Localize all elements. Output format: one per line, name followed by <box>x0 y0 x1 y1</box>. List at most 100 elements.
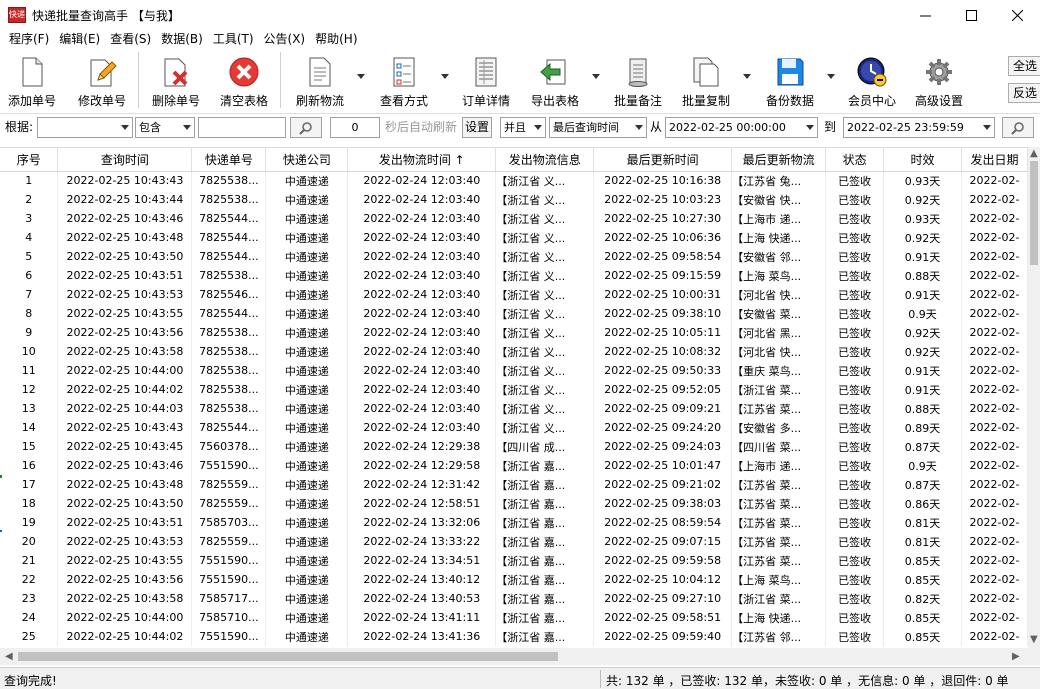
clear-table-button[interactable]: 清空表格 <box>216 52 272 110</box>
table-cell: 中通速递 <box>265 209 349 228</box>
scroll-left-icon[interactable]: ◀ <box>5 652 13 662</box>
horizontal-scroll-thumb[interactable] <box>18 652 558 661</box>
column-header[interactable]: 序号 <box>0 148 59 172</box>
search-button[interactable] <box>290 117 322 138</box>
table-cell: 2022-02-25 09:15:59 <box>593 266 733 285</box>
column-header[interactable]: 查询时间 <box>57 148 193 172</box>
view-mode-button[interactable]: 查看方式 <box>374 52 434 110</box>
table-cell: 2022-02-24 12:03:40 <box>347 361 497 380</box>
scroll-right-icon[interactable]: ▶ <box>1012 652 1020 662</box>
column-header[interactable]: 时效 <box>883 148 962 172</box>
batch-note-button[interactable]: 批量备注 <box>610 52 666 110</box>
table-row[interactable]: 21 2022-02-25 10:43:55 7551590... 中通速递 2022-… <box>0 551 1028 570</box>
table-row[interactable]: 12 2022-02-25 10:44:02 7825538... 中通速递 2022-… <box>0 380 1028 399</box>
close-button[interactable] <box>994 0 1040 30</box>
refresh-dropdown-arrow[interactable] <box>357 74 365 80</box>
table-row[interactable]: 4 2022-02-25 10:43:48 7825544... 中通速递 2022-0… <box>0 228 1028 247</box>
select-all-button[interactable]: 全选 <box>1008 56 1040 76</box>
table-row[interactable]: 23 2022-02-25 10:43:58 7585717... 中通速递 2022-… <box>0 589 1028 608</box>
minimize-button[interactable] <box>902 0 948 30</box>
filter-operator-select[interactable]: 包含 <box>135 117 195 138</box>
batch-copy-button[interactable]: 批量复制 <box>678 52 734 110</box>
table-row[interactable]: 2 2022-02-25 10:43:44 7825538... 中通速递 2022-0… <box>0 190 1028 209</box>
menu-edit[interactable]: 编辑(E) <box>54 30 105 48</box>
menu-data[interactable]: 数据(B) <box>156 30 208 48</box>
export-table-button[interactable]: 导出表格 <box>526 52 584 110</box>
filter-field-select[interactable] <box>37 117 133 138</box>
column-header[interactable]: 发出物流时间 ↑ <box>347 148 497 172</box>
table-row[interactable]: 13 2022-02-25 10:44:03 7825538... 中通速递 2022-… <box>0 399 1028 418</box>
scroll-up-icon[interactable]: ▲ <box>1030 149 1038 159</box>
refresh-interval-input[interactable]: 0 <box>330 117 380 138</box>
add-number-button[interactable]: 添加单号 <box>4 52 60 110</box>
menu-program[interactable]: 程序(F) <box>4 30 54 48</box>
filter-keyword-input[interactable] <box>198 117 286 138</box>
logic-select[interactable]: 并且 <box>500 117 546 138</box>
delete-number-button[interactable]: 删除单号 <box>148 52 204 110</box>
menu-tools[interactable]: 工具(T) <box>208 30 259 48</box>
horizontal-scrollbar[interactable]: ◀ ▶ <box>0 648 1040 665</box>
table-row[interactable]: 6 2022-02-25 10:43:51 7825538... 中通速递 2022-0… <box>0 266 1028 285</box>
table-row[interactable]: 5 2022-02-25 10:43:50 7825544... 中通速递 2022-0… <box>0 247 1028 266</box>
table-cell: 2022-02-25 09:50:33 <box>593 361 733 380</box>
settings-button[interactable]: 设置 <box>462 117 492 138</box>
table-row[interactable]: 18 2022-02-25 10:43:50 7825559... 中通速递 2022-… <box>0 494 1028 513</box>
time-field-select[interactable]: 最后查询时间 <box>549 117 647 138</box>
column-header[interactable]: 快递单号 <box>191 148 267 172</box>
table-cell: 2022-02- <box>961 323 1028 342</box>
menu-help[interactable]: 帮助(H) <box>310 30 362 48</box>
table-row[interactable]: 22 2022-02-25 10:43:56 7551590... 中通速递 2022-… <box>0 570 1028 589</box>
table-cell: 【浙江省 义... <box>495 361 595 380</box>
from-datetime-picker[interactable]: 2022-02-25 00:00:00 <box>665 117 818 138</box>
logistics-table[interactable]: 序号 查询时间 快递单号 快递公司 发出物流时间 ↑ 发出物流信息 最后更新时间 最后更新物流… <box>0 147 1028 648</box>
table-row[interactable]: 25 2022-02-25 10:44:02 7551590... 中通速递 2022-… <box>0 627 1028 646</box>
table-row[interactable]: 1 2022-02-25 10:43:43 7825538... 中通速递 2022-0… <box>0 171 1028 190</box>
table-row[interactable]: 9 2022-02-25 10:43:56 7825538... 中通速递 2022-0… <box>0 323 1028 342</box>
table-row[interactable]: 10 2022-02-25 10:43:58 7825538... 中通速递 2022-… <box>0 342 1028 361</box>
table-cell: 已签收 <box>825 247 885 266</box>
backup-data-button[interactable]: 备份数据 <box>762 52 818 110</box>
column-header[interactable]: 发出日期 <box>961 148 1028 172</box>
table-row[interactable]: 14 2022-02-25 10:43:43 7825544... 中通速递 2022-… <box>0 418 1028 437</box>
edit-number-button[interactable]: 修改单号 <box>74 52 130 110</box>
table-cell: 中通速递 <box>265 437 349 456</box>
table-row[interactable]: 19 2022-02-25 10:43:51 7585703... 中通速递 2022-… <box>0 513 1028 532</box>
export-dropdown-arrow[interactable] <box>592 74 600 80</box>
menu-view[interactable]: 查看(S) <box>105 30 156 48</box>
table-row[interactable]: 24 2022-02-25 10:44:00 7585710... 中通速递 2022-… <box>0 608 1028 627</box>
scroll-down-icon[interactable]: ▼ <box>1030 635 1038 645</box>
vertical-scrollbar[interactable]: ▲ ▼ <box>1028 147 1040 648</box>
table-cell: 已签收 <box>825 627 885 646</box>
table-row[interactable]: 8 2022-02-25 10:43:55 7825544... 中通速递 2022-0… <box>0 304 1028 323</box>
vertical-scroll-thumb[interactable] <box>1030 161 1038 265</box>
table-row[interactable]: 17 2022-02-25 10:43:48 7825559... 中通速递 2022-… <box>0 475 1028 494</box>
column-header[interactable]: 最后更新物流 <box>731 148 827 172</box>
table-row[interactable]: 11 2022-02-25 10:44:00 7825538... 中通速递 2022-… <box>0 361 1028 380</box>
view-mode-dropdown-arrow[interactable] <box>441 74 449 80</box>
invert-selection-button[interactable]: 反选 <box>1008 83 1040 103</box>
table-cell: 2022-02-24 12:03:40 <box>347 304 497 323</box>
table-row[interactable]: 16 2022-02-25 10:43:46 7551590... 中通速递 2022-… <box>0 456 1028 475</box>
column-header[interactable]: 最后更新时间 <box>593 148 733 172</box>
maximize-button[interactable] <box>948 0 994 30</box>
to-datetime-picker[interactable]: 2022-02-25 23:59:59 <box>843 117 995 138</box>
table-row[interactable]: 7 2022-02-25 10:43:53 7825546... 中通速递 2022-0… <box>0 285 1028 304</box>
column-header[interactable]: 快递公司 <box>265 148 349 172</box>
refresh-logistics-button[interactable]: 刷新物流 <box>292 52 348 110</box>
member-center-button[interactable]: 会员中心 <box>844 52 900 110</box>
table-row[interactable]: 3 2022-02-25 10:43:46 7825544... 中通速递 2022-0… <box>0 209 1028 228</box>
table-cell: 7825559... <box>191 532 267 551</box>
table-cell: 2022-02-25 10:44:03 <box>57 399 193 418</box>
advanced-settings-button[interactable]: 高级设置 <box>910 52 968 110</box>
table-cell: 2022-02- <box>961 627 1028 646</box>
order-detail-button[interactable]: 订单详情 <box>458 52 514 110</box>
backup-dropdown-arrow[interactable] <box>827 74 835 80</box>
table-cell: 2022-02- <box>961 285 1028 304</box>
menu-notice[interactable]: 公告(X) <box>259 30 311 48</box>
date-search-button[interactable] <box>1002 117 1034 138</box>
copy-dropdown-arrow[interactable] <box>743 74 751 80</box>
column-header[interactable]: 发出物流信息 <box>495 148 595 172</box>
table-row[interactable]: 15 2022-02-25 10:43:45 7560378... 中通速递 2022-… <box>0 437 1028 456</box>
column-header[interactable]: 状态 <box>825 148 885 172</box>
table-row[interactable]: 20 2022-02-25 10:43:53 7825559... 中通速递 2022-… <box>0 532 1028 551</box>
